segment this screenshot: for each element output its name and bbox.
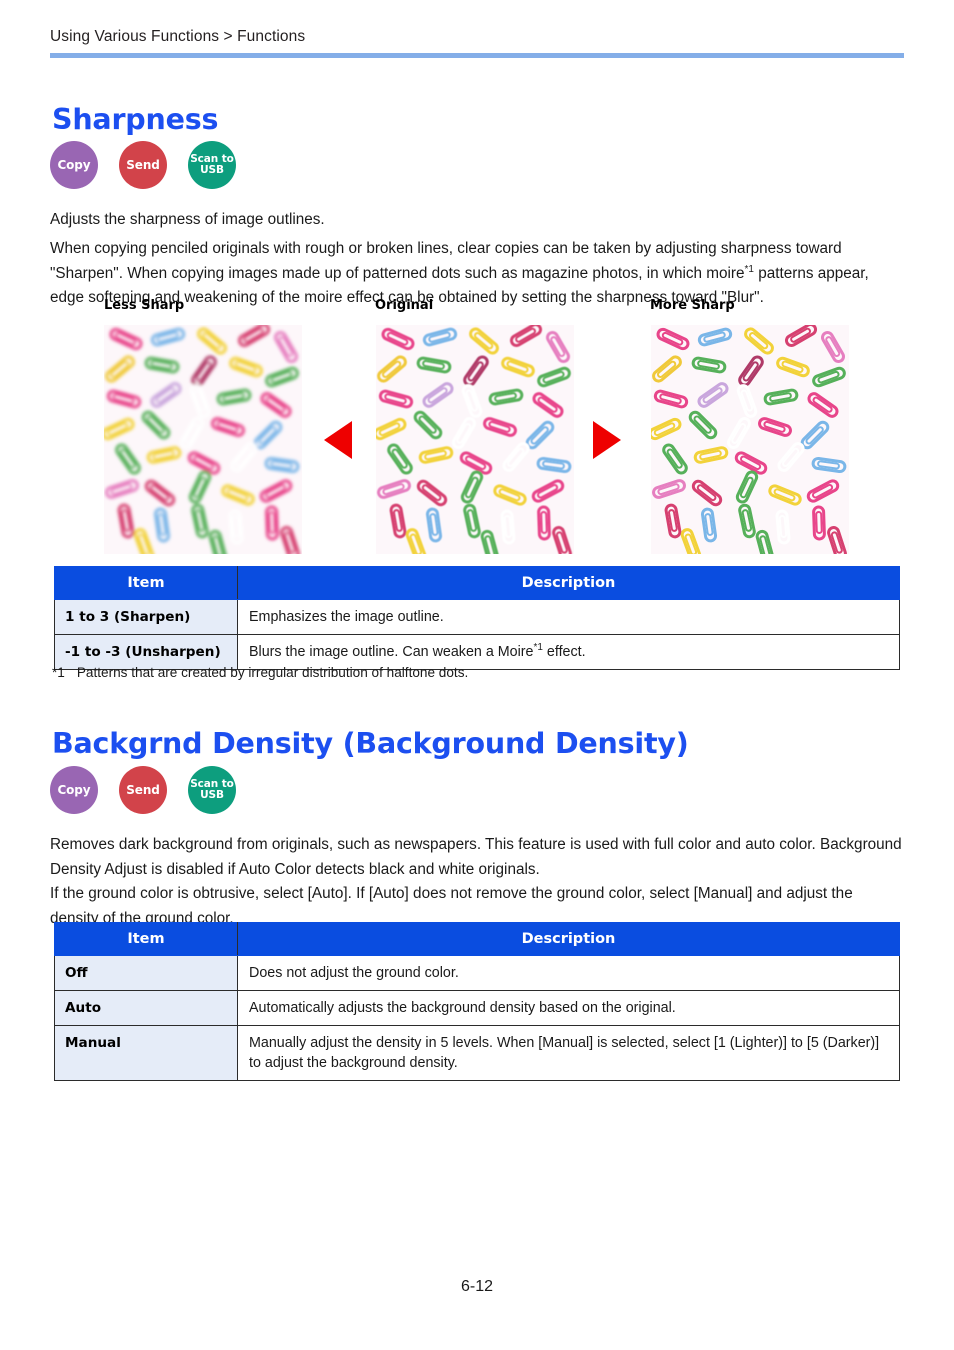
table-row: Off Does not adjust the ground color. [54,955,900,991]
moire-footnote-ref: *1 [744,263,754,275]
caption-more-sharp: More Sharp [650,298,735,313]
sample-image-less-sharp [104,325,302,554]
sample-captions: Less Sharp Original More Sharp [50,298,904,320]
row-item-auto: Auto [54,990,238,1026]
copy-badge: Copy [50,141,98,189]
table-row: Auto Automatically adjusts the backgroun… [54,990,900,1026]
sample-image-more-sharp [651,325,849,554]
row-description-unsharpen-pre: Blurs the image outline. Can weaken a Mo… [249,644,534,660]
table-row: 1 to 3 (Sharpen) Emphasizes the image ou… [54,599,900,635]
background-density-settings-table: Item Description Off Does not adjust the… [54,922,900,1081]
column-header-description: Description [237,922,900,956]
send-badge: Send [119,141,167,189]
sharpness-sample-figure: Less Sharp Original More Sharp [50,298,904,554]
moire-table-footnote-ref: *1 [533,642,543,654]
row-description-sharpen: Emphasizes the image outline. [237,599,900,635]
copy-badge-label: Copy [57,782,91,797]
row-item-off: Off [54,955,238,991]
document-page: Using Various Functions > Functions Shar… [0,0,954,1350]
scan-to-usb-badge: Scan to USB [188,766,236,814]
row-description-manual: Manually adjust the density in 5 levels.… [237,1025,900,1081]
background-density-table-head: Item Description [54,922,900,956]
scan-to-usb-badge-label: Scan to USB [190,777,234,802]
row-description-auto: Automatically adjusts the background den… [237,990,900,1026]
table-row: Manual Manually adjust the density in 5 … [54,1025,900,1081]
scan-to-usb-line-1: Scan to [190,777,234,790]
page-header: Using Various Functions > Functions [50,28,904,58]
page-number: 6-12 [460,1278,494,1295]
sharpness-table-body: 1 to 3 (Sharpen) Emphasizes the image ou… [54,599,900,670]
scan-to-usb-badge-label: Scan to USB [190,152,234,177]
scan-to-usb-line-2: USB [200,789,224,801]
sharpness-detail-text-pre: When copying penciled originals with rou… [50,240,842,282]
scan-to-usb-line-1: Scan to [190,152,234,165]
column-header-item: Item [54,922,238,956]
copy-badge: Copy [50,766,98,814]
section-title-sharpness: Sharpness [52,103,219,137]
copy-badge-label: Copy [57,157,91,172]
footnote-text: Patterns that are created by irregular d… [76,665,469,680]
send-badge-label: Send [126,782,160,797]
send-badge-label: Send [126,157,160,172]
sharpness-table-head: Item Description [54,566,900,600]
background-density-intro-paragraph: Removes dark background from originals, … [50,836,902,878]
caption-original: Original [375,298,434,313]
background-density-table-body: Off Does not adjust the ground color. Au… [54,955,900,1081]
function-badges-sharpness: Copy Send Scan to USB [50,141,236,189]
function-badges-background-density: Copy Send Scan to USB [50,766,236,814]
table-header-row: Item Description [54,566,900,600]
row-description-unsharpen-post: effect. [542,644,586,660]
column-header-item: Item [54,566,238,600]
table-header-row: Item Description [54,922,900,956]
row-item-sharpen: 1 to 3 (Sharpen) [54,599,238,635]
arrow-right-icon [593,421,621,459]
row-item-manual: Manual [54,1025,238,1081]
header-divider [50,53,904,58]
caption-less-sharp: Less Sharp [104,298,185,313]
section-title-background-density: Backgrnd Density (Background Density) [52,727,689,761]
sample-image-original [376,325,574,554]
sharpness-intro-paragraph: Adjusts the sharpness of image outlines. [50,211,325,229]
footnote-mark: *1 [52,665,65,680]
row-description-off: Does not adjust the ground color. [237,955,900,991]
scan-to-usb-badge: Scan to USB [188,141,236,189]
scan-to-usb-line-2: USB [200,164,224,176]
arrow-left-icon [324,421,352,459]
footnote-1: *1 Patterns that are created by irregular… [52,665,468,680]
breadcrumb: Using Various Functions > Functions [50,28,306,45]
sharpness-settings-table: Item Description 1 to 3 (Sharpen) Emphas… [54,566,900,670]
column-header-description: Description [237,566,900,600]
sample-images [50,325,904,554]
send-badge: Send [119,766,167,814]
